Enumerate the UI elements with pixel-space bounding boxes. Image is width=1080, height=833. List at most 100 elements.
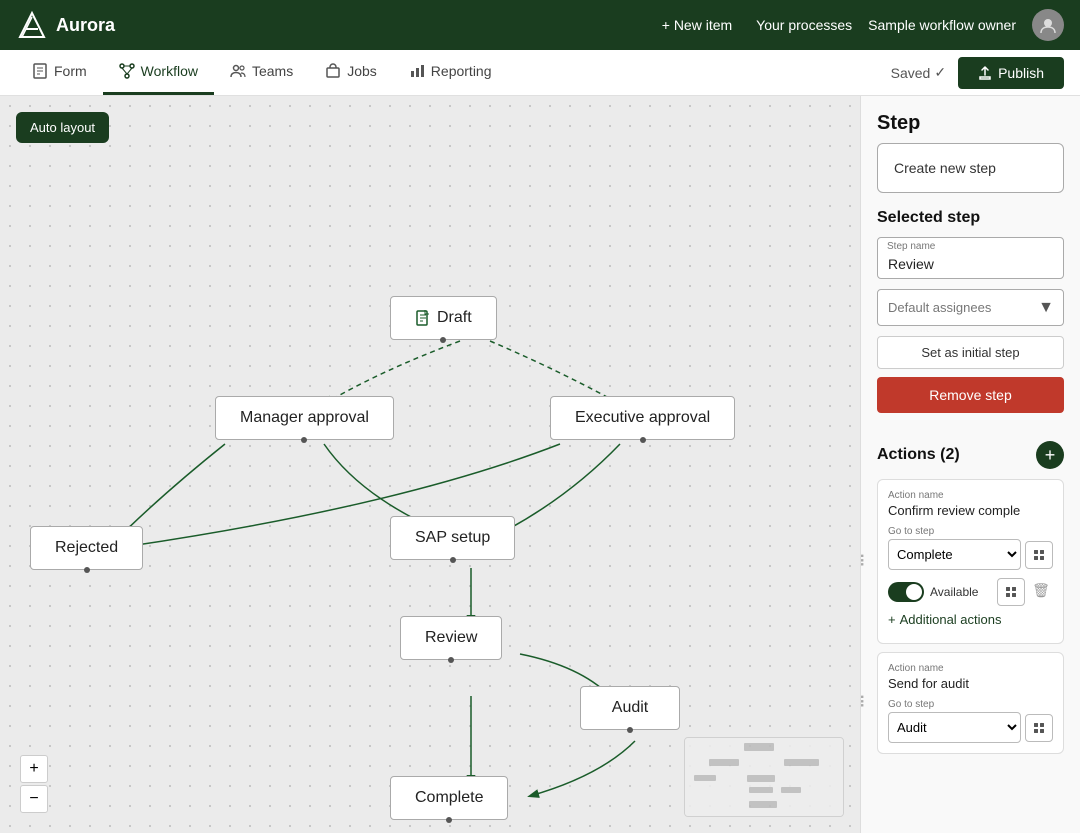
create-step-button[interactable]: Create new step [877, 143, 1064, 193]
action-card-1: ⠿ Action name Confirm review comple Go t… [877, 479, 1064, 644]
set-initial-step-button[interactable]: Set as initial step [877, 336, 1064, 369]
form-label: Form [54, 63, 87, 79]
your-processes-button[interactable]: Your processes [756, 17, 852, 33]
available-label-1: Available [930, 585, 978, 599]
node-complete-label: Complete [415, 789, 483, 806]
reporting-icon [409, 63, 425, 79]
workflow-icon [119, 63, 135, 79]
subnav-item-jobs[interactable]: Jobs [309, 50, 393, 95]
jobs-icon [325, 63, 341, 79]
node-complete[interactable]: Complete [390, 776, 508, 820]
action-name-value-2: Send for audit [888, 676, 1053, 691]
app-logo: Aurora [16, 9, 115, 41]
workflow-arrows [0, 96, 860, 833]
sub-nav: Form Workflow Teams Jobs Reporting Saved… [0, 50, 1080, 96]
node-audit[interactable]: Audit [580, 686, 680, 730]
aurora-logo-icon [16, 9, 48, 41]
action-card-2: ⠿ Action name Send for audit Go to step … [877, 652, 1064, 754]
go-to-step-row-1: Complete [888, 539, 1053, 570]
workflow-label: Workflow [141, 63, 198, 79]
zoom-out-button[interactable]: − [20, 785, 48, 813]
go-to-step-select-2[interactable]: Audit [888, 712, 1021, 743]
subnav-item-reporting[interactable]: Reporting [393, 50, 508, 95]
app-title: Aurora [56, 15, 115, 36]
node-sap-label: SAP setup [415, 529, 490, 546]
topnav-actions: + New item Your processes Sample workflo… [654, 9, 1064, 41]
subnav-item-teams[interactable]: Teams [214, 50, 309, 95]
step-name-group: Step name [877, 237, 1064, 279]
remove-step-button[interactable]: Remove step [877, 377, 1064, 413]
action-name-value-1: Confirm review comple [888, 503, 1053, 518]
jobs-label: Jobs [347, 63, 377, 79]
delete-action-1-button[interactable]: 🗑 [1029, 578, 1053, 602]
reporting-label: Reporting [431, 63, 492, 79]
selected-step-section: Selected step Step name Default assignee… [877, 209, 1064, 425]
actions-title: Actions (2) [877, 446, 960, 464]
minimap [684, 737, 844, 817]
action-name-label-2: Action name [888, 663, 1053, 674]
grid-icon-1 [1033, 549, 1045, 561]
zoom-controls: + − [20, 755, 48, 813]
node-dot-sap [450, 557, 456, 563]
node-manager[interactable]: Manager approval [215, 396, 394, 440]
node-dot-executive [640, 437, 646, 443]
node-rejected-label: Rejected [55, 539, 118, 556]
action-name-label-1: Action name [888, 490, 1053, 501]
step-section-title: Step [877, 112, 1064, 135]
right-panel: Step Create new step Selected step Step … [860, 96, 1080, 833]
node-rejected[interactable]: Rejected [30, 526, 143, 570]
drag-handle-1[interactable]: ⠿ [860, 552, 866, 572]
action-settings-btn-2[interactable] [1025, 714, 1053, 742]
go-to-step-select-1[interactable]: Complete [888, 539, 1021, 570]
zoom-in-button[interactable]: + [20, 755, 48, 783]
publish-icon [978, 66, 992, 80]
node-manager-label: Manager approval [240, 409, 369, 426]
minimap-content [685, 738, 843, 816]
node-executive[interactable]: Executive approval [550, 396, 735, 440]
node-executive-label: Executive approval [575, 409, 710, 426]
action-footer-1: Available 🗑 [888, 578, 1053, 606]
go-to-step-row-2: Audit [888, 712, 1053, 743]
node-sap[interactable]: SAP setup [390, 516, 515, 560]
step-section: Step Create new step [877, 112, 1064, 193]
saved-indicator: Saved ✓ [891, 64, 946, 81]
action-settings-btn-1[interactable] [1025, 541, 1053, 569]
draft-icon [415, 310, 431, 326]
teams-label: Teams [252, 63, 293, 79]
toggle-knob-1 [906, 584, 922, 600]
node-review[interactable]: Review [400, 616, 502, 660]
node-dot-draft [440, 337, 446, 343]
additional-actions-button-1[interactable]: + Additional actions [888, 606, 1053, 633]
avatar[interactable] [1032, 9, 1064, 41]
additional-actions-label-1: Additional actions [900, 612, 1002, 627]
top-nav: Aurora + New item Your processes Sample … [0, 0, 1080, 50]
node-draft[interactable]: Draft [390, 296, 497, 340]
node-dot-manager [301, 437, 307, 443]
new-item-button[interactable]: + New item [654, 13, 740, 37]
available-toggle-1[interactable] [888, 582, 924, 602]
workflow-canvas[interactable]: Auto layout [0, 96, 860, 833]
node-dot-audit [627, 727, 633, 733]
grid-icon-small-1 [1005, 586, 1017, 598]
node-draft-label: Draft [437, 309, 472, 327]
subnav-item-form[interactable]: Form [16, 50, 103, 95]
subnav-item-workflow[interactable]: Workflow [103, 50, 214, 95]
action-grid-btn-1[interactable] [997, 578, 1025, 606]
node-audit-label: Audit [612, 699, 648, 716]
publish-button[interactable]: Publish [958, 57, 1064, 89]
drag-handle-2[interactable]: ⠿ [860, 693, 866, 713]
node-dot-review [448, 657, 454, 663]
node-review-label: Review [425, 629, 477, 646]
go-to-step-label-2: Go to step [888, 699, 1053, 710]
auto-layout-button[interactable]: Auto layout [16, 112, 109, 143]
checkmark-icon: ✓ [934, 64, 946, 81]
actions-section: Actions (2) + ⠿ Action name Confirm revi… [877, 441, 1064, 762]
teams-icon [230, 63, 246, 79]
publish-label: Publish [998, 65, 1044, 81]
add-action-button[interactable]: + [1036, 441, 1064, 469]
user-label: Sample workflow owner [868, 17, 1016, 33]
grid-icon-2 [1033, 722, 1045, 734]
plus-icon-add: + [888, 612, 896, 627]
assignees-wrapper: Default assignees ▼ [877, 289, 1064, 326]
default-assignees-select[interactable]: Default assignees [877, 289, 1064, 326]
